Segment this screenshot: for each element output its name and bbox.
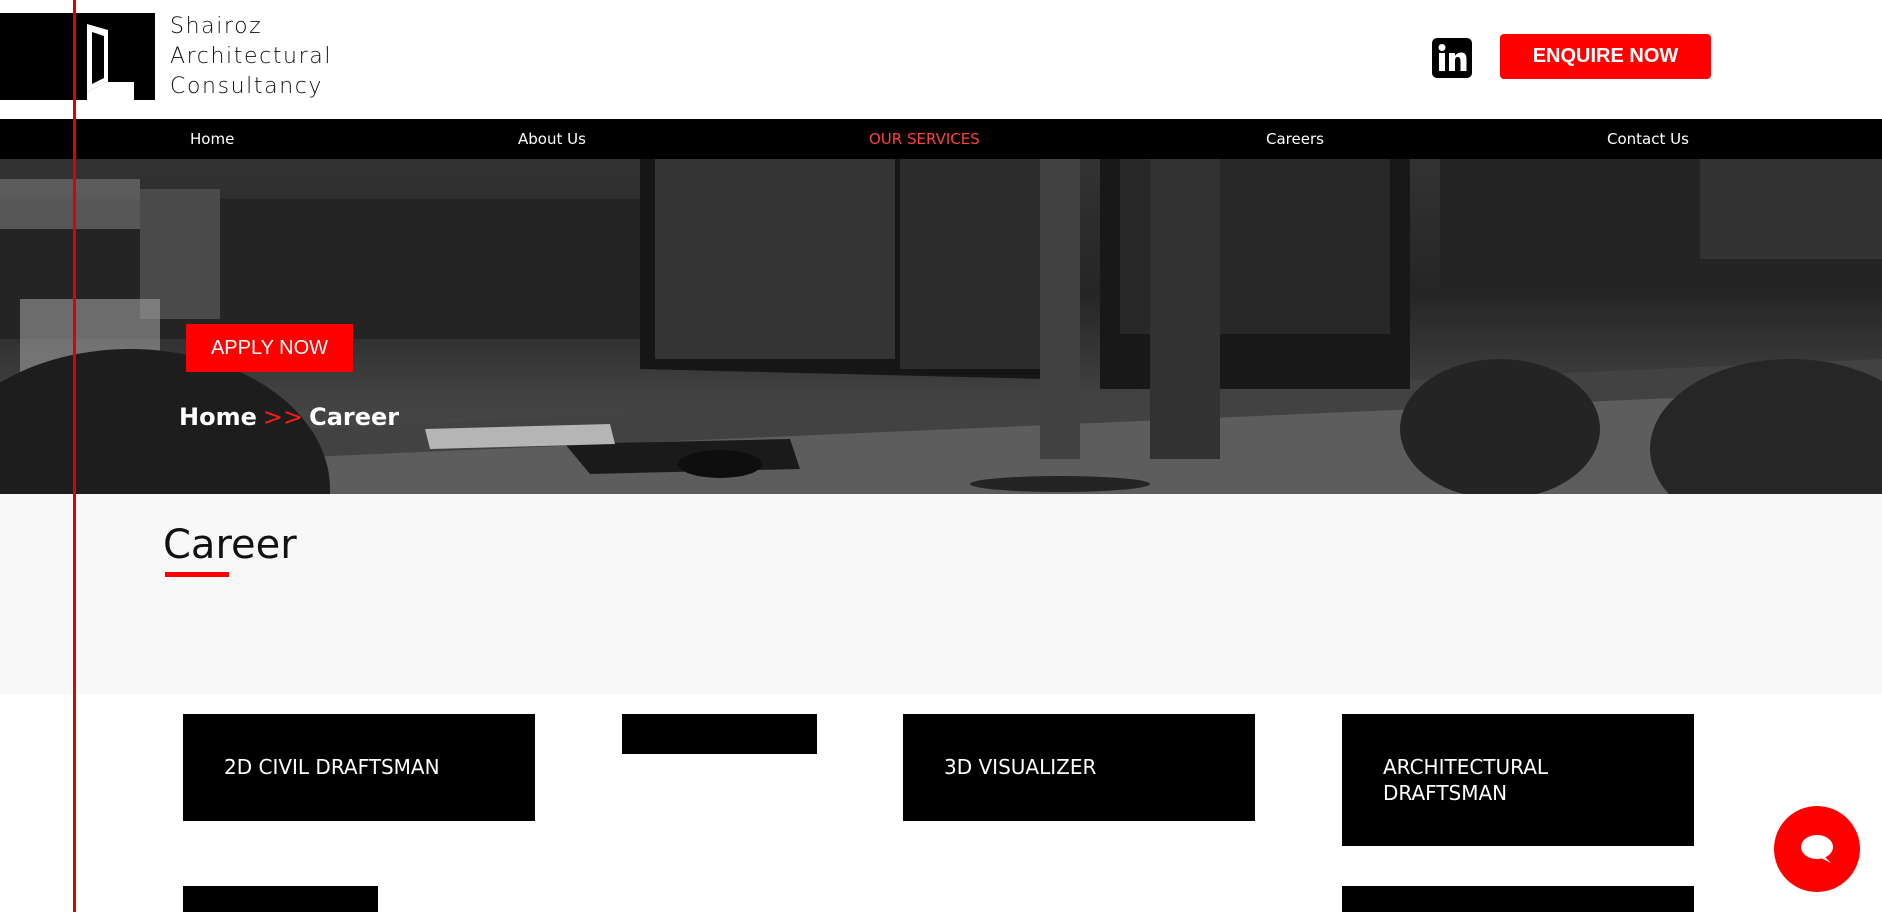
chat-button[interactable] [1774,806,1860,892]
nav-item-contact-us[interactable]: Contact Us [1607,119,1689,159]
main-nav: Home About Us OUR SERVICES Careers Conta… [0,119,1882,159]
nav-item-home[interactable]: Home [190,119,234,159]
brand-name: Shairoz Architectural Consultancy [170,12,332,102]
chat-bubble-icon [1801,835,1833,863]
brand-line-1: Shairoz [170,14,263,39]
linkedin-icon[interactable] [1432,38,1472,78]
breadcrumb-home-link[interactable]: Home [179,403,257,431]
nav-item-about-us[interactable]: About Us [518,119,586,159]
job-card-architectural-draftsman[interactable]: ARCHITECTURAL DRAFTSMAN [1342,714,1694,846]
job-card[interactable] [183,886,378,912]
apply-now-button[interactable]: APPLY NOW [186,324,353,372]
job-card-3d-visualizer[interactable]: 3D VISUALIZER [903,714,1255,821]
page-title: Career [163,522,297,568]
enquire-now-button[interactable]: ENQUIRE NOW [1500,34,1711,79]
red-vertical-line [73,0,76,912]
job-title: 2D CIVIL DRAFTSMAN [224,755,440,779]
nav-item-our-services[interactable]: OUR SERVICES [869,119,980,159]
nav-item-careers[interactable]: Careers [1266,119,1324,159]
job-card-2d-civil-draftsman[interactable]: 2D CIVIL DRAFTSMAN [183,714,535,821]
job-card[interactable] [1342,886,1694,912]
site-header: Shairoz Architectural Consultancy ENQUIR… [0,0,1882,119]
brand-line-3: Consultancy [170,74,324,99]
breadcrumb: Home >> Career [179,403,399,431]
brand-line-2: Architectural [170,44,333,69]
hero-banner: APPLY NOW Home >> Career [0,159,1882,494]
breadcrumb-separator: >> [262,403,304,431]
door-logo-icon [87,24,138,100]
breadcrumb-current: Career [309,403,400,431]
job-title: ARCHITECTURAL DRAFTSMAN [1383,755,1549,805]
title-underline [165,572,229,577]
job-card[interactable] [622,714,817,754]
job-title: 3D VISUALIZER [944,755,1097,779]
career-section: Career [0,494,1882,694]
